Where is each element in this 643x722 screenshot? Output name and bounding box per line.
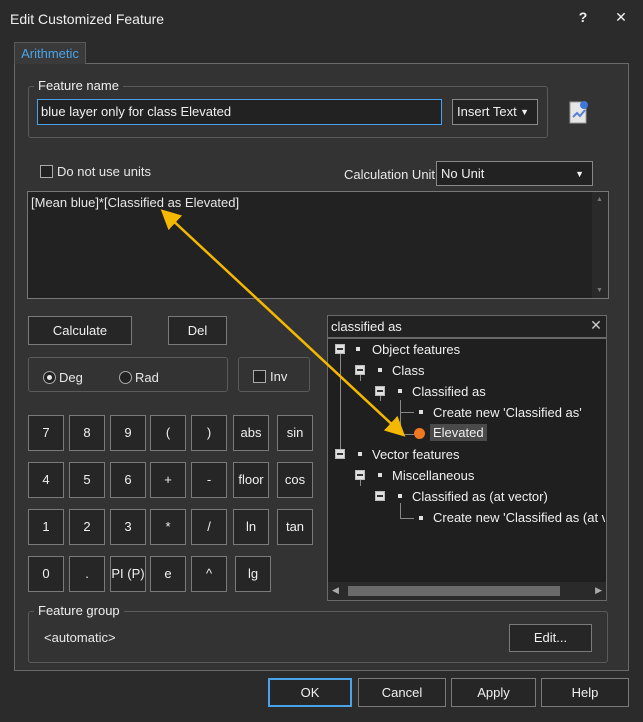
annotation-arrow [160,209,406,437]
